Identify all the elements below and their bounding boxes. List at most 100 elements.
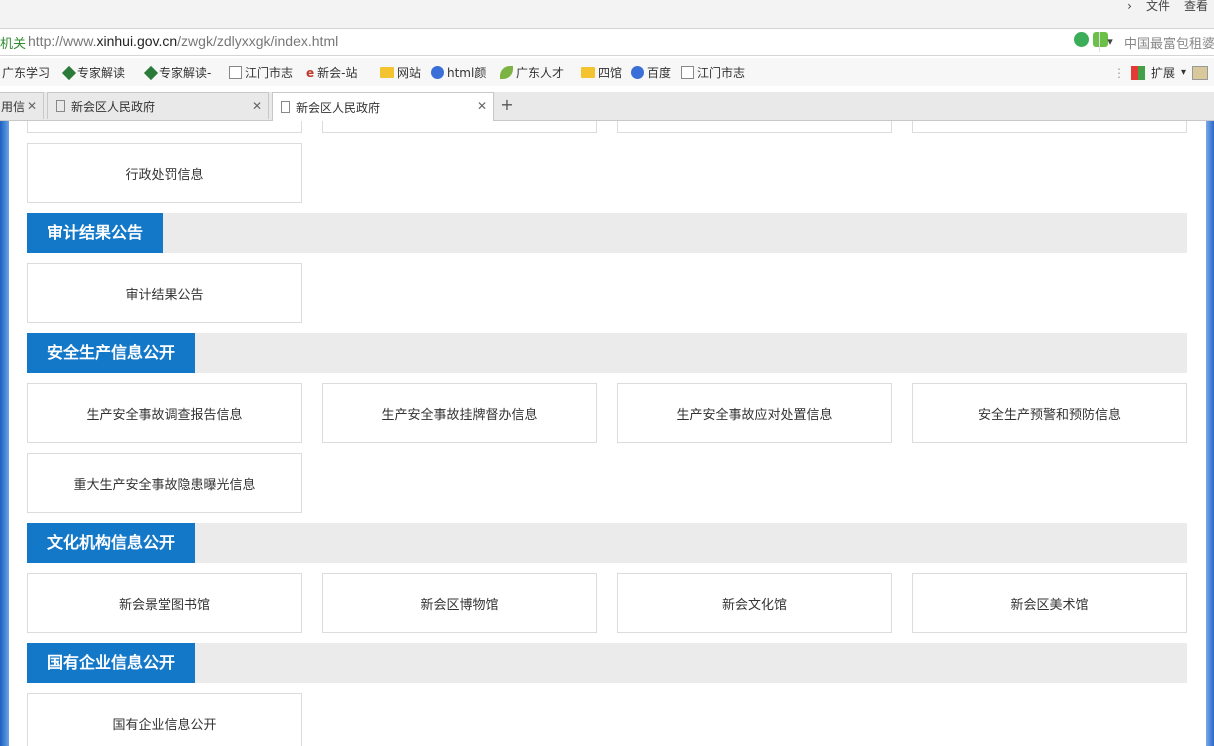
bookmark-label: 广东人才 bbox=[516, 66, 565, 80]
url-path: /zwgk/zdlyxxgk/index.html bbox=[177, 33, 339, 49]
section-title[interactable]: 安全生产信息公开 bbox=[27, 333, 196, 373]
info-card[interactable]: 安全生产预警和预防信息 bbox=[912, 383, 1187, 443]
card-label: 新会区美术馆 bbox=[1010, 597, 1089, 613]
bookmarks-bar: 广东学习 专家解读 专家解读- 江门市志 e 新会-站 网站 html颜 广东人… bbox=[0, 58, 1214, 86]
card-label: 新会区博物馆 bbox=[420, 597, 499, 613]
close-icon[interactable]: ✕ bbox=[27, 99, 37, 113]
top-menu: › 文件 查看 bbox=[1127, 0, 1208, 14]
chevron-right-icon[interactable]: › bbox=[1127, 0, 1132, 14]
bookmark-item[interactable]: 四馆 bbox=[581, 64, 622, 81]
right-scrollbar[interactable] bbox=[1206, 121, 1214, 746]
bookmark-item[interactable]: 江门市志 bbox=[229, 64, 293, 81]
address-bar: 机关 http://www.xinhui.gov.cn/zwgk/zdlyxxg… bbox=[0, 28, 1214, 56]
bookmark-item[interactable]: 江门市志 bbox=[681, 64, 745, 81]
section-header: 文化机构信息公开 bbox=[27, 523, 1187, 563]
section-header: 安全生产信息公开 bbox=[27, 333, 1187, 373]
bookmark-item[interactable]: 专家解读- bbox=[143, 64, 212, 81]
left-background-bar bbox=[0, 121, 9, 746]
new-tab-button[interactable]: + bbox=[498, 96, 516, 114]
tab-item-active[interactable]: 新会区人民政府 ✕ bbox=[272, 92, 494, 121]
more-vertical-icon: ⋮ bbox=[1112, 65, 1125, 80]
refresh-icon[interactable] bbox=[1074, 32, 1089, 47]
info-card[interactable]: 生产安全事故挂牌督办信息 bbox=[322, 383, 597, 443]
bookmark-item[interactable]: html颜 bbox=[431, 64, 486, 81]
bookmark-item[interactable]: e 新会-站 bbox=[306, 64, 357, 81]
paw-icon bbox=[431, 66, 444, 79]
folder-icon bbox=[581, 67, 595, 78]
section-title[interactable]: 审计结果公告 bbox=[27, 213, 164, 253]
bookmark-label: html颜 bbox=[447, 66, 487, 80]
leaf-icon bbox=[500, 66, 513, 79]
tab-label: 新会区人民政府 bbox=[71, 99, 156, 114]
card-label: 重大生产安全事故隐患曝光信息 bbox=[73, 477, 256, 493]
diamond-icon bbox=[143, 65, 159, 80]
extensions-icon bbox=[1130, 65, 1145, 80]
bookmark-label: 新会-站 bbox=[317, 66, 358, 80]
info-card[interactable]: 生产安全事故应对处置信息 bbox=[617, 383, 892, 443]
folder-icon bbox=[380, 67, 394, 78]
card-label: 生产安全事故挂牌督办信息 bbox=[381, 407, 538, 423]
card-label: 审计结果公告 bbox=[125, 287, 204, 303]
bookmark-item[interactable]: 百度 bbox=[631, 64, 671, 81]
menu-file[interactable]: 文件 bbox=[1146, 0, 1170, 14]
card-label: 新会文化馆 bbox=[721, 597, 787, 613]
page-content: 行政处罚信息 审计结果公告 审计结果公告 安全生产信息公开 生产安全事故调查报告… bbox=[0, 121, 1214, 746]
card-label: 新会景堂图书馆 bbox=[118, 597, 210, 613]
close-icon[interactable]: ✕ bbox=[252, 99, 262, 113]
tab-item[interactable]: 新会区人民政府 ✕ bbox=[47, 92, 269, 119]
section-title[interactable]: 国有企业信息公开 bbox=[27, 643, 196, 683]
url-input[interactable]: http://www.xinhui.gov.cn/zwgk/zdlyxxgk/i… bbox=[28, 33, 338, 49]
tab-bar: 用信 ✕ 新会区人民政府 ✕ 新会区人民政府 ✕ + bbox=[0, 92, 1214, 121]
info-card[interactable]: 审计结果公告 bbox=[27, 263, 302, 323]
bookmark-item[interactable]: 广东学习 bbox=[2, 64, 50, 81]
window-top-strip: › 文件 查看 bbox=[0, 0, 1214, 28]
bookmark-label: 百度 bbox=[647, 66, 672, 80]
search-box[interactable]: 中国最富包租婆 bbox=[1124, 33, 1214, 52]
page-icon bbox=[56, 100, 65, 112]
tab-item[interactable]: 用信 ✕ bbox=[0, 92, 44, 119]
bookmark-item[interactable]: 专家解读 bbox=[61, 64, 126, 81]
bookmark-item[interactable]: 广东人才 bbox=[500, 64, 564, 81]
chevron-down-icon[interactable]: ▾ bbox=[1099, 32, 1120, 52]
card-label: 行政处罚信息 bbox=[125, 167, 204, 183]
bookmark-label: 江门市志 bbox=[245, 66, 294, 80]
info-card[interactable]: 新会景堂图书馆 bbox=[27, 573, 302, 633]
page-icon bbox=[229, 66, 242, 79]
bookmark-label: 四馆 bbox=[598, 66, 623, 80]
bookmark-item[interactable]: 网站 bbox=[380, 64, 421, 81]
e-icon: e bbox=[306, 65, 315, 80]
info-card[interactable]: 新会区美术馆 bbox=[912, 573, 1187, 633]
card-label: 生产安全事故调查报告信息 bbox=[86, 407, 243, 423]
image-icon[interactable] bbox=[1192, 65, 1208, 80]
info-card[interactable]: 新会区博物馆 bbox=[322, 573, 597, 633]
url-scheme: http://www. bbox=[28, 33, 97, 49]
bookmark-label: 网站 bbox=[397, 66, 422, 80]
info-card[interactable]: 国有企业信息公开 bbox=[27, 693, 302, 746]
tab-label: 用信 bbox=[1, 99, 26, 114]
info-card[interactable]: 新会文化馆 bbox=[617, 573, 892, 633]
extensions-menu[interactable]: ⋮ 扩展 ▾ bbox=[1113, 64, 1208, 81]
page-icon bbox=[681, 66, 694, 79]
card-partial[interactable] bbox=[27, 121, 302, 133]
extensions-label: 扩展 bbox=[1150, 66, 1175, 80]
diamond-icon bbox=[61, 65, 77, 80]
card-partial[interactable] bbox=[617, 121, 892, 133]
card-partial[interactable] bbox=[912, 121, 1187, 133]
section-title[interactable]: 文化机构信息公开 bbox=[27, 523, 196, 563]
info-card[interactable]: 重大生产安全事故隐患曝光信息 bbox=[27, 453, 302, 513]
address-prefix: 机关 bbox=[0, 37, 27, 52]
menu-view[interactable]: 查看 bbox=[1184, 0, 1208, 14]
bookmark-label: 专家解读- bbox=[159, 66, 212, 80]
section-header: 审计结果公告 bbox=[27, 213, 1187, 253]
page-icon bbox=[281, 101, 290, 113]
bookmark-label: 广东学习 bbox=[2, 66, 51, 80]
card-partial[interactable] bbox=[322, 121, 597, 133]
bookmark-label: 专家解读 bbox=[77, 66, 126, 80]
paw-icon bbox=[631, 66, 644, 79]
info-card[interactable]: 行政处罚信息 bbox=[27, 143, 302, 203]
chevron-down-icon: ▾ bbox=[1180, 67, 1186, 78]
section-header: 国有企业信息公开 bbox=[27, 643, 1187, 683]
tab-label: 新会区人民政府 bbox=[296, 100, 381, 115]
close-icon[interactable]: ✕ bbox=[477, 99, 487, 113]
info-card[interactable]: 生产安全事故调查报告信息 bbox=[27, 383, 302, 443]
